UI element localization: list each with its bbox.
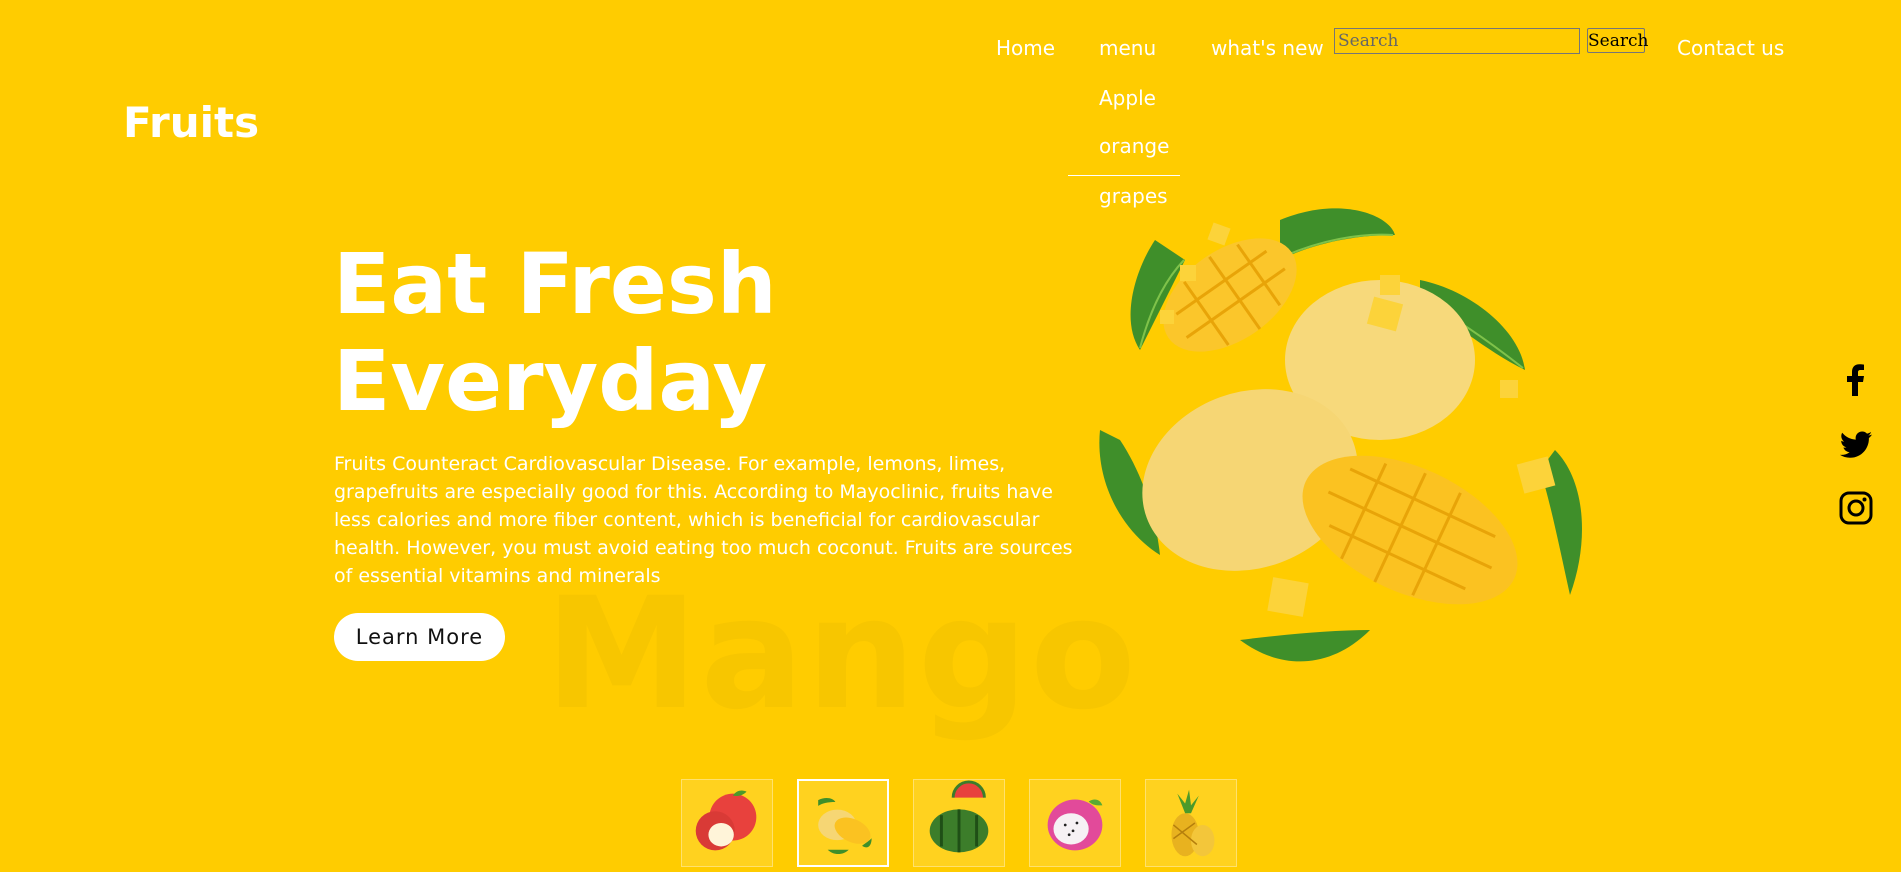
mango-illustration <box>1099 208 1582 662</box>
instagram-link[interactable] <box>1838 490 1874 526</box>
dragon-fruit-icon <box>1047 799 1103 851</box>
nav-menu-link[interactable]: menu <box>1099 36 1156 60</box>
hero-title: Eat Fresh Everyday <box>333 236 893 430</box>
hero-paragraph: Fruits Counteract Cardiovascular Disease… <box>334 453 1073 587</box>
instagram-icon <box>1839 491 1873 525</box>
search-button[interactable]: Search <box>1587 28 1648 53</box>
page: Fruits Home menu what's new Search Conta… <box>0 0 1901 888</box>
top-nav: Home menu what's new Search Contact us A… <box>0 0 1901 220</box>
fruit-thumbnails <box>681 779 1241 867</box>
thumbnail-apple[interactable] <box>681 779 773 867</box>
search-input[interactable] <box>1334 28 1580 54</box>
thumbnail-dragon-fruit[interactable] <box>1029 779 1121 867</box>
twitter-link[interactable] <box>1838 426 1874 462</box>
hero-watermark: Mango <box>545 565 1138 744</box>
apple-icon <box>695 790 757 851</box>
thumbnail-pineapple[interactable] <box>1145 779 1237 867</box>
bottom-strip <box>0 872 1901 888</box>
twitter-icon <box>1839 431 1872 458</box>
hero-title-line1: Eat Fresh <box>333 235 777 333</box>
watermelon-icon <box>929 780 989 853</box>
facebook-icon <box>1847 364 1864 396</box>
nav-whats-new-link[interactable]: what's new <box>1211 36 1324 60</box>
nav-home-link[interactable]: Home <box>996 36 1055 60</box>
thumbnail-mango[interactable] <box>797 779 889 867</box>
pineapple-icon <box>1171 789 1215 857</box>
dropdown-item-apple[interactable]: Apple <box>1068 80 1180 128</box>
dropdown-item-orange[interactable]: orange <box>1068 128 1180 176</box>
facebook-link[interactable] <box>1838 362 1874 398</box>
nav-contact-link[interactable]: Contact us <box>1677 36 1784 60</box>
mango-icon <box>818 798 872 855</box>
hero-title-line2: Everyday <box>333 332 768 430</box>
learn-more-button[interactable]: Learn More <box>334 613 505 661</box>
hero-mango-image <box>1080 200 1600 680</box>
thumbnail-watermelon[interactable] <box>913 779 1005 867</box>
